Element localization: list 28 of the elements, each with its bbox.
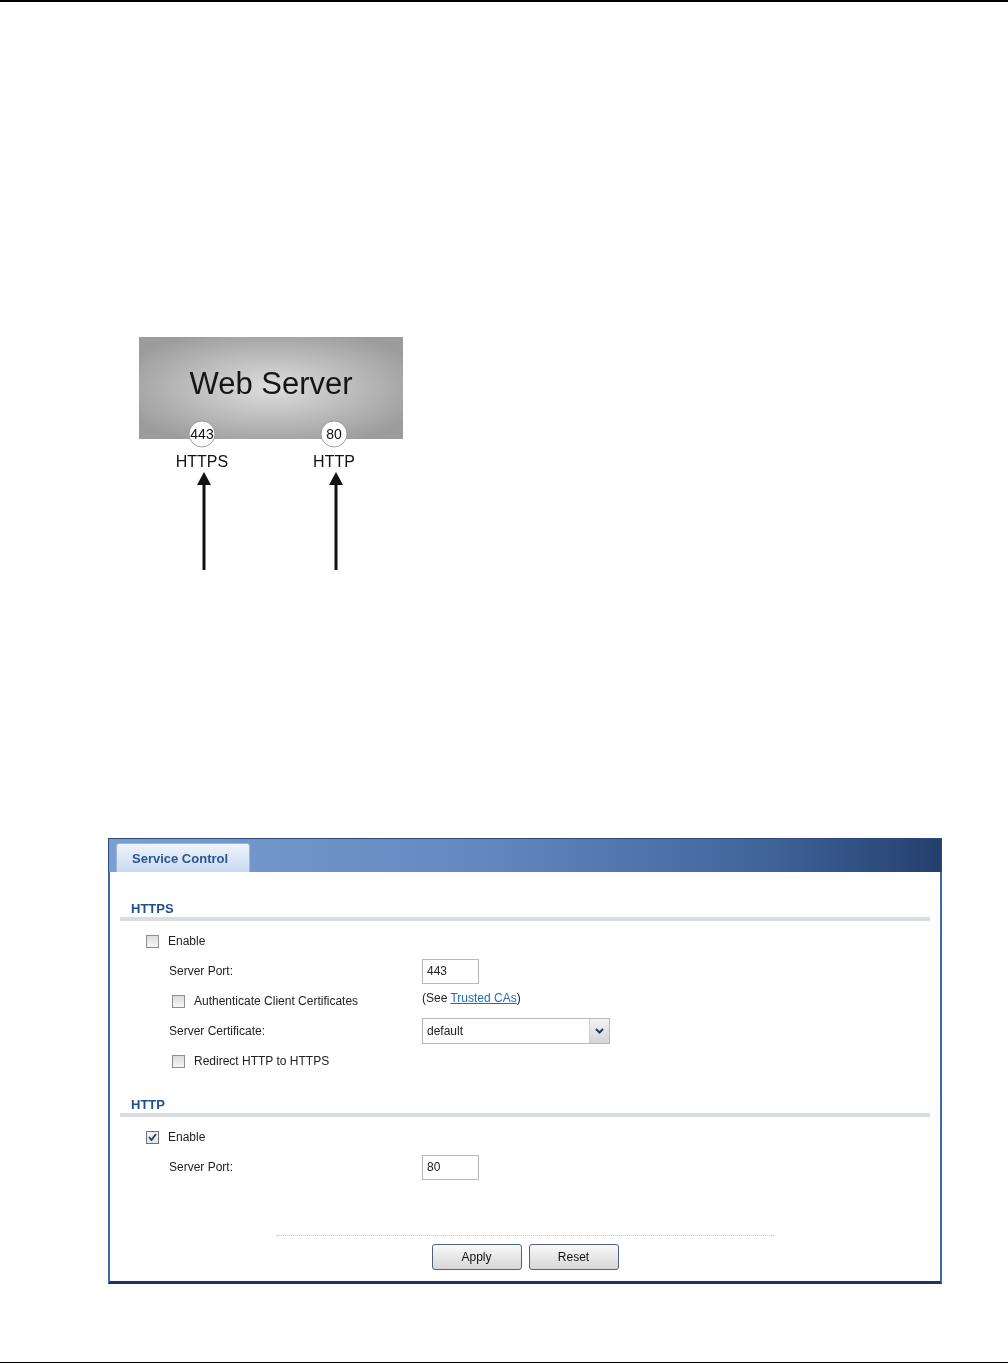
checkbox[interactable] (172, 1054, 185, 1068)
port-badge: 443 (188, 420, 216, 448)
server-label: Web Server (189, 366, 353, 401)
checkbox[interactable] (172, 994, 185, 1008)
action-button[interactable]: Reset (528, 1244, 619, 1270)
checkbox-label: Authenticate Client Certificates (194, 994, 359, 1008)
dropdown-field[interactable]: default (422, 1018, 610, 1044)
checkbox-label: Redirect HTTP to HTTPS (194, 1054, 330, 1068)
checkbox-label: Enable (168, 934, 206, 948)
text-field[interactable]: 443 (422, 958, 479, 984)
chevron-down-icon (595, 1028, 604, 1034)
port-badge: 80 (320, 420, 348, 448)
checkmark-icon (148, 1133, 157, 1141)
section-title: HTTPS (131, 901, 174, 916)
checkbox-label: Enable (168, 1130, 206, 1144)
protocol-label: HTTPS (175, 453, 229, 470)
checkbox[interactable] (146, 1130, 159, 1144)
field-label: Server Certificate: (169, 1024, 266, 1038)
text-field[interactable]: 80 (422, 1154, 479, 1180)
section-title: HTTP (131, 1097, 165, 1112)
help-note: (See Trusted CAs) (422, 991, 521, 1005)
tab[interactable]: Service Control (116, 843, 250, 872)
protocol-label: HTTP (313, 453, 355, 470)
checkbox[interactable] (146, 934, 159, 948)
link[interactable]: Trusted CAs (450, 991, 517, 1005)
field-label: Server Port: (169, 1160, 234, 1174)
action-button[interactable]: Apply (431, 1244, 522, 1270)
field-label: Server Port: (169, 964, 234, 978)
